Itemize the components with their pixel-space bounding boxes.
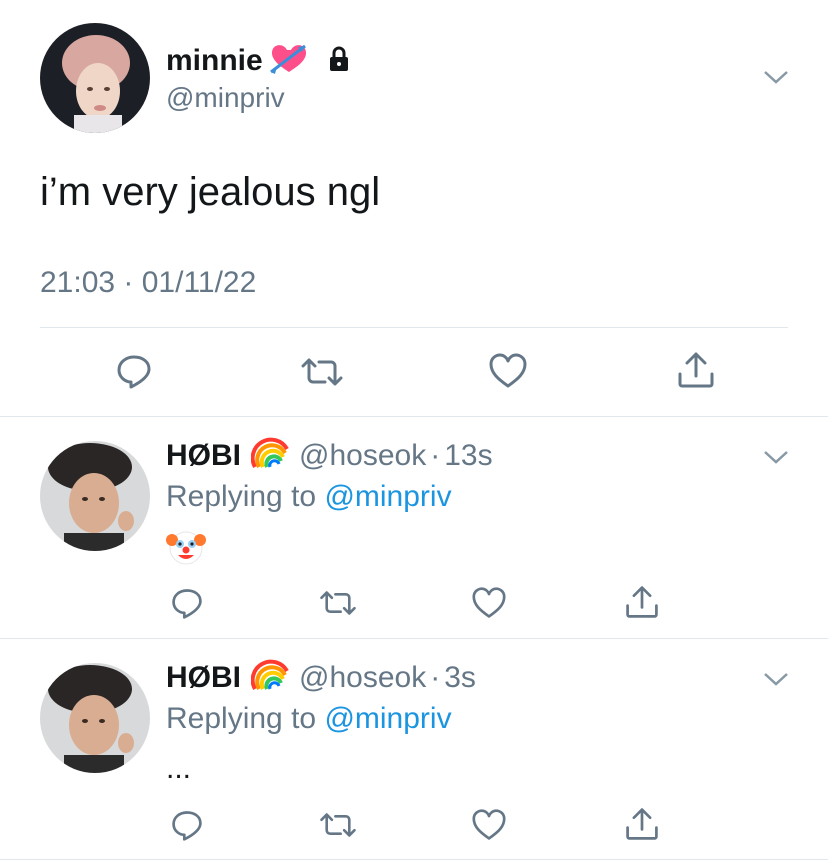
replying-to-label: Replying to xyxy=(166,480,317,513)
separator: · xyxy=(430,439,441,472)
display-name[interactable]: minnie xyxy=(166,44,263,78)
reply-icon[interactable] xyxy=(170,586,204,620)
chevron-down-icon[interactable] xyxy=(762,448,790,466)
reply-text: ... xyxy=(166,752,192,785)
tweet-text: i’m very jealous ngl xyxy=(40,170,381,214)
share-icon[interactable] xyxy=(624,806,660,842)
chevron-down-icon[interactable] xyxy=(762,670,790,688)
like-icon[interactable] xyxy=(488,352,528,390)
rainbow-icon xyxy=(250,435,291,477)
reply-icon[interactable] xyxy=(170,808,204,842)
share-icon[interactable] xyxy=(676,350,716,390)
handle[interactable]: @hoseok xyxy=(299,661,426,695)
chevron-down-icon[interactable] xyxy=(762,68,790,86)
handle[interactable]: @minpriv xyxy=(166,82,285,114)
avatar-hobi[interactable] xyxy=(40,663,150,773)
replying-to-link[interactable]: @minpriv xyxy=(324,480,451,513)
replying-to-link[interactable]: @minpriv xyxy=(324,702,451,735)
reply-age[interactable]: 13s xyxy=(444,439,492,473)
reply-icon[interactable] xyxy=(115,352,153,390)
divider xyxy=(0,416,828,417)
like-icon[interactable] xyxy=(471,808,507,842)
avatar-minnie[interactable] xyxy=(40,23,150,133)
heart-with-arrow-icon xyxy=(269,42,309,81)
like-icon[interactable] xyxy=(471,586,507,620)
handle[interactable]: @hoseok xyxy=(299,439,426,473)
display-name[interactable]: HØBI xyxy=(166,439,241,473)
divider xyxy=(0,638,828,639)
retweet-icon[interactable] xyxy=(318,811,358,839)
separator: · xyxy=(430,661,441,694)
display-name[interactable]: HØBI xyxy=(166,661,241,695)
share-icon[interactable] xyxy=(624,584,660,620)
retweet-icon[interactable] xyxy=(318,589,358,617)
clown-face-icon xyxy=(166,528,206,571)
avatar-hobi[interactable] xyxy=(40,441,150,551)
lock-icon xyxy=(325,45,353,78)
retweet-icon[interactable] xyxy=(299,356,345,388)
tweet-timestamp[interactable]: 21:03 · 01/11/22 xyxy=(40,266,256,300)
divider xyxy=(0,859,828,860)
rainbow-icon xyxy=(250,657,291,699)
reply-age[interactable]: 3s xyxy=(444,661,476,695)
replying-to-label: Replying to xyxy=(166,702,317,735)
divider xyxy=(40,327,788,328)
